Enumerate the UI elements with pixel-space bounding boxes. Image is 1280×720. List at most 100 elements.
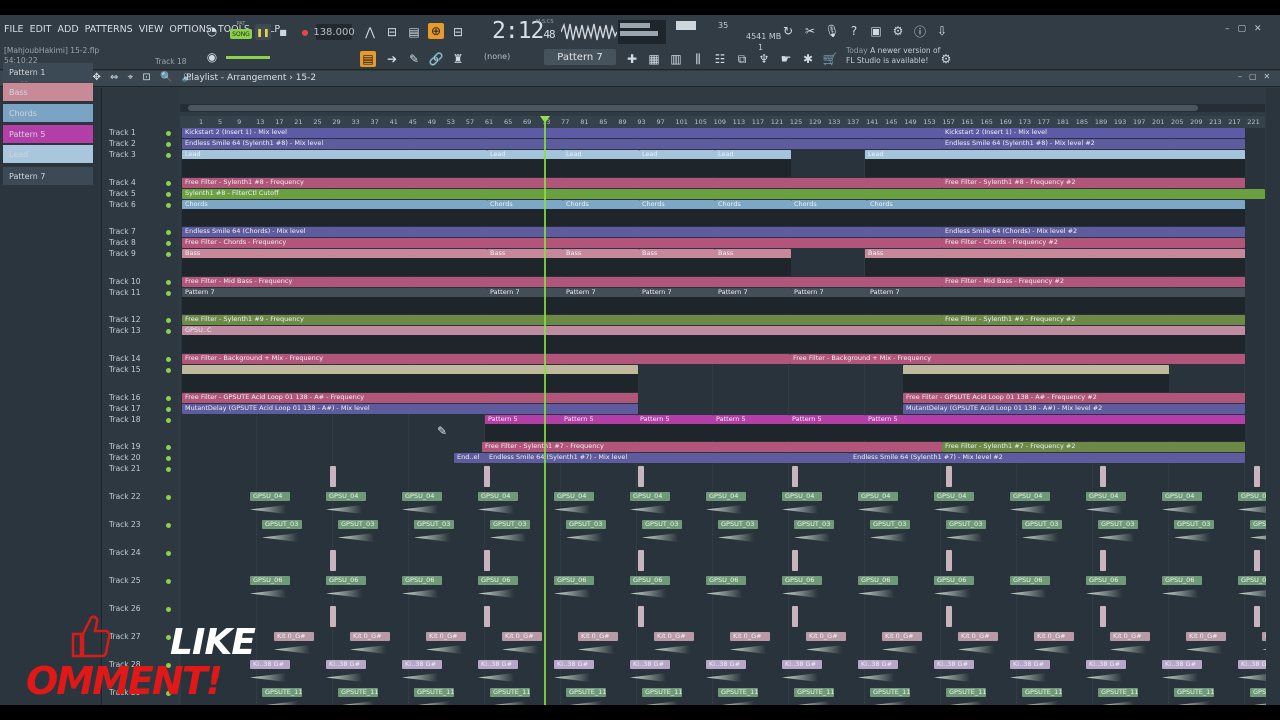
track-label[interactable]: Track 4	[109, 178, 136, 187]
track-label[interactable]: Track 14	[109, 354, 141, 363]
sample-clip[interactable]: Kit 0_G#	[1186, 632, 1226, 641]
browser-icon[interactable]: ⧉	[734, 51, 750, 67]
playlist-icon[interactable]: ▦	[646, 51, 662, 67]
shop-icon[interactable]: 🛒	[822, 51, 838, 67]
loop-record-icon[interactable]: ⊟	[450, 24, 466, 40]
track-mute-led[interactable]	[166, 418, 171, 423]
track-label[interactable]: Track 9	[109, 249, 136, 258]
settings-icon[interactable]: ⚙	[938, 51, 954, 67]
track-label[interactable]: Track 6	[109, 200, 136, 209]
track-label[interactable]: Track 12	[109, 315, 141, 324]
playlist-window-controls[interactable]: –▢✕	[1238, 72, 1277, 81]
sample-clip[interactable]: GPSUT_03	[490, 520, 530, 529]
sample-clip[interactable]	[330, 550, 336, 571]
sample-clip[interactable]: Kit 0_G#	[1110, 632, 1150, 641]
plugin-icon[interactable]: ⚙	[890, 23, 906, 39]
track-label[interactable]: Track 26	[109, 604, 141, 613]
track-mute-led[interactable]	[166, 579, 171, 584]
piano-roll-icon[interactable]: ▥	[668, 51, 684, 67]
track-label[interactable]: Track 22	[109, 492, 141, 501]
sample-clip[interactable]: Kit 0_G#	[426, 632, 466, 641]
track-lane[interactable]: Free Filter - Mid Bass - Frequency Free F…	[180, 277, 1265, 287]
sample-clip[interactable]: GPSUT_03	[566, 520, 606, 529]
playlist-clip[interactable]: Endless Smile 64 (Sylenth1 #7) - Mix lev…	[486, 453, 850, 463]
track-mute-led[interactable]	[166, 368, 171, 373]
playlist-clip[interactable]: Chords	[563, 200, 639, 226]
tempo-display[interactable]: 138.000	[313, 24, 355, 40]
wait-input-icon[interactable]: ⊕	[428, 23, 444, 39]
track-mute-led[interactable]	[166, 230, 171, 235]
sample-clip[interactable]: GPSUT_03	[1022, 520, 1062, 529]
plugin-picker-icon[interactable]: ♆	[756, 51, 772, 67]
track-label[interactable]: Track 25	[109, 576, 141, 585]
picker-item[interactable]: Pattern 5	[3, 125, 93, 143]
playlist-clip[interactable]: Endless Smile 64 (Sylenth1 #8) - Mix lev…	[182, 139, 942, 149]
track-lane[interactable]: Endless Smile 64 (Sylenth1 #8) - Mix lev…	[180, 139, 1265, 149]
sample-clip[interactable]: Ki..38 G#	[326, 660, 366, 669]
sample-clip[interactable]: Kit 0_G#	[1034, 632, 1074, 641]
playlist-clip[interactable]: Pattern 7	[487, 288, 563, 314]
sample-clip[interactable]: GPSUT_03	[718, 520, 758, 529]
track-lane[interactable]: Kickstart 2 (Insert 1) - Mix level Kickst…	[180, 128, 1265, 138]
track-lane[interactable]: Free Filter - Background + Mix - Frequen…	[180, 354, 1265, 364]
track-mute-led[interactable]	[166, 153, 171, 158]
sample-clip[interactable]: Ki..38 G#	[630, 660, 670, 669]
sample-clip[interactable]: GPSU_06	[326, 576, 366, 585]
playlist-clip[interactable]: MutantDelay (GPSUTE Acid Loop 01 138 - A…	[903, 404, 1245, 414]
sample-clip[interactable]	[792, 606, 798, 627]
pencil-icon[interactable]: ✎	[406, 51, 422, 67]
track-mute-led[interactable]	[166, 551, 171, 556]
arrow-right-icon[interactable]: ➔	[384, 51, 400, 67]
sample-clip[interactable]: GPSUTE_11 - A	[1098, 688, 1138, 697]
playlist-clip[interactable]: Chords	[867, 200, 1245, 226]
sample-clip[interactable]: Kit 0_G#	[502, 632, 542, 641]
playlist-clip[interactable]: Chords	[791, 200, 867, 226]
sample-clip[interactable]: Ki..38 G#	[1162, 660, 1202, 669]
sample-clip[interactable]: GPSUT_03	[642, 520, 682, 529]
track-lane[interactable]: GPSU_06 GPSU_06 GPSU_06 GPSU_06 GPSU_06 GPSU_…	[180, 576, 1278, 603]
track-lane[interactable]: Bass Bass Bass Bass Bass Bass	[180, 249, 1265, 276]
track-mute-led[interactable]	[166, 181, 171, 186]
playlist-clip[interactable]: Sylenth1 #8 - FilterCtl Cutoff	[182, 189, 1265, 199]
sample-clip[interactable]: Kit 0_G#	[654, 632, 694, 641]
track-lane[interactable]: MutantDelay (GPSUTE Acid Loop 01 138 - A…	[180, 404, 1265, 414]
playlist-clip[interactable]: Pattern 5	[713, 415, 789, 441]
snap-icon[interactable]: ▤	[360, 51, 376, 67]
sample-clip[interactable]: Kit 0_G#	[350, 632, 390, 641]
sample-clip[interactable]: GPSUTE_11 - A	[1022, 688, 1062, 697]
sample-clip[interactable]: GPSU_04	[554, 492, 594, 501]
sample-clip[interactable]: Kit 0_G#	[578, 632, 618, 641]
playlist-clip[interactable]: End..el	[454, 453, 486, 463]
playlist-clip[interactable]: Lead	[865, 150, 1245, 177]
track-lane[interactable]	[180, 548, 1265, 575]
playlist-clip[interactable]: GPSU..C	[182, 326, 1245, 353]
track-label[interactable]: Track 16	[109, 393, 141, 402]
sample-clip[interactable]: GPSUT_03	[794, 520, 834, 529]
playlist-clip[interactable]: Free Filter - GPSUTE Acid Loop 01 138 - …	[903, 393, 1245, 403]
track-label[interactable]: Track 7	[109, 227, 136, 236]
playlist-clip[interactable]: Pattern 5	[561, 415, 637, 441]
sample-clip[interactable]: GPSUT_03	[1174, 520, 1214, 529]
sample-clip[interactable]	[484, 466, 490, 487]
track-mute-led[interactable]	[166, 241, 171, 246]
track-mute-led[interactable]	[166, 445, 171, 450]
sample-clip[interactable]	[330, 466, 336, 487]
sample-clip[interactable]	[946, 606, 952, 627]
track-mute-led[interactable]	[166, 456, 171, 461]
sample-clip[interactable]: GPSU_06	[858, 576, 898, 585]
track-lane[interactable]: Endless Smile 64 (Chords) - Mix level End…	[180, 227, 1265, 237]
playlist-clip[interactable]: Endless Smile 64 (Sylenth1 #7) - Mix lev…	[850, 453, 1245, 463]
track-lane[interactable]: Free Filter - Chords - Frequency Free Fil…	[180, 238, 1265, 248]
track-lane[interactable]	[180, 464, 1265, 491]
sample-clip[interactable]: GPSUT_03	[262, 520, 302, 529]
sample-clip[interactable]: GPSU_06	[250, 576, 290, 585]
track-lane[interactable]: Free Filter - Sylenth1 #9 - Frequency Fre…	[180, 315, 1265, 325]
sample-clip[interactable]: GPSU_06	[1162, 576, 1202, 585]
sample-clip[interactable]: GPSU_04	[250, 492, 290, 501]
sample-clip[interactable]: GPSU_06	[630, 576, 670, 585]
playlist-clip[interactable]: Free Filter - Sylenth1 #9 - Frequency #2	[942, 315, 1245, 325]
menu-add[interactable]: ADD	[58, 24, 79, 35]
sample-clip[interactable]: Ki..38 G#	[1086, 660, 1126, 669]
mixer-icon[interactable]: ⫼	[690, 51, 706, 67]
sample-clip[interactable]: Ki..38 G#	[858, 660, 898, 669]
